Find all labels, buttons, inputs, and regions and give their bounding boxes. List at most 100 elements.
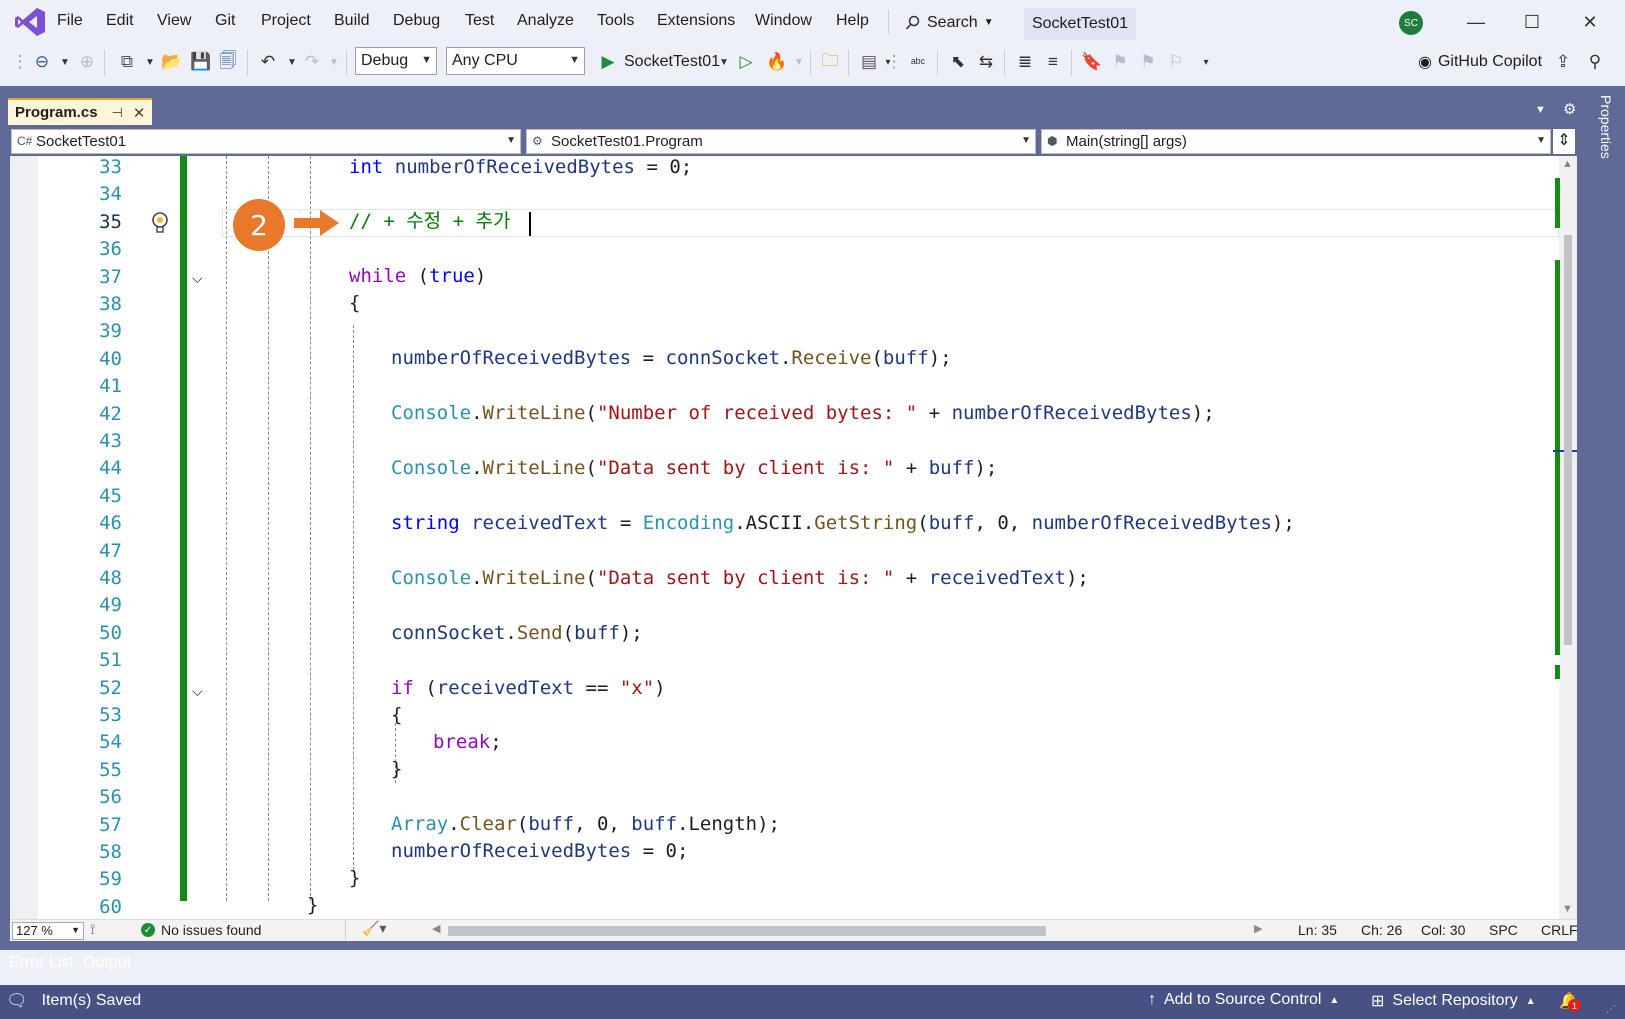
split-window-icon[interactable]: ⇕: [1553, 129, 1575, 154]
outdent-icon[interactable]: ≡: [1041, 50, 1065, 74]
toolbar-grip-icon[interactable]: ⋮: [12, 50, 29, 74]
tab-error-list[interactable]: Error List: [9, 954, 74, 972]
new-project-icon[interactable]: ⧉: [115, 50, 139, 74]
chevron-down-icon: ▼: [983, 17, 994, 28]
indent-guide: [353, 325, 354, 870]
tab-list-dropdown-icon[interactable]: ▼: [1535, 104, 1546, 116]
member-navigation-select[interactable]: ⬢ Main(string[] args) ▼: [1041, 129, 1551, 154]
tab-output[interactable]: Output: [83, 954, 131, 972]
line-number: 39: [99, 320, 122, 343]
line-number: 55: [99, 758, 122, 781]
previous-bookmark-icon: ⚑: [1112, 52, 1128, 71]
scroll-left-icon[interactable]: ◀: [432, 922, 440, 935]
chevron-down-icon[interactable]: ▼: [138, 50, 162, 74]
zoom-select[interactable]: 127 % ▼: [12, 922, 84, 940]
undo-icon[interactable]: ↶: [256, 50, 280, 74]
add-to-source-control-button[interactable]: ↑ Add to Source Control ▲: [1148, 991, 1339, 1009]
run-target-button[interactable]: SocketTest01: [624, 53, 720, 71]
menu-view[interactable]: View: [157, 12, 191, 30]
menu-project[interactable]: Project: [261, 12, 311, 30]
menu-edit[interactable]: Edit: [106, 12, 134, 30]
maximize-icon[interactable]: ☐: [1517, 8, 1547, 36]
hot-reload-icon: 🔥: [766, 52, 788, 71]
code-line-57: Array.Clear(buff, 0, buff.Length);: [391, 813, 780, 835]
line-number: 53: [99, 704, 122, 726]
save-all-icon[interactable]: 🗐: [216, 50, 240, 74]
toolbar-overflow-icon[interactable]: ▾: [1194, 50, 1218, 74]
collapse-region-icon[interactable]: ⌵: [192, 683, 203, 700]
save-icon[interactable]: 💾: [189, 50, 213, 74]
scroll-up-icon[interactable]: ▲: [1562, 158, 1573, 170]
open-file-icon[interactable]: 📂: [160, 50, 184, 74]
code-editor[interactable]: [10, 156, 1561, 919]
close-tab-icon[interactable]: ✕: [133, 104, 146, 122]
horizontal-scroll-thumb[interactable]: [448, 926, 1046, 936]
gear-icon[interactable]: ⚙: [1563, 100, 1576, 118]
line-indicator[interactable]: Ln: 35: [1298, 922, 1337, 938]
menu-extensions[interactable]: Extensions: [657, 12, 735, 30]
tab-program-cs[interactable]: Program.cs ⊣ ✕: [8, 98, 152, 125]
menu-tools[interactable]: Tools: [597, 12, 634, 30]
menu-debug[interactable]: Debug: [393, 12, 440, 30]
menu-build[interactable]: Build: [334, 12, 370, 30]
folder-search-icon[interactable]: 🗀: [818, 50, 842, 74]
type-navigation-select[interactable]: ⚙ SocketTest01.Program ▼: [526, 129, 1036, 154]
menu-analyze[interactable]: Analyze: [517, 12, 574, 30]
lightbulb-icon[interactable]: [150, 211, 170, 235]
avatar[interactable]: SC: [1399, 11, 1423, 35]
bookmark-icon[interactable]: 🔖: [1080, 50, 1104, 74]
check-icon: ✓: [141, 923, 155, 937]
menu-help[interactable]: Help: [836, 12, 869, 30]
search-button[interactable]: Search ▼: [905, 9, 994, 36]
line-ending-indicator[interactable]: CRLF: [1541, 922, 1578, 938]
navigate-back-icon[interactable]: ⊖: [30, 50, 54, 74]
toolbar-grip-icon[interactable]: ⋮: [886, 50, 903, 74]
indent-icon[interactable]: ≣: [1013, 50, 1037, 74]
code-line-44: Console.WriteLine("Data sent by client i…: [391, 457, 998, 479]
vertical-scroll-thumb[interactable]: [1564, 235, 1572, 645]
compare-icon[interactable]: ⇆: [974, 50, 998, 74]
select-repository-button[interactable]: ⊞ Select Repository ▲: [1371, 991, 1536, 1011]
chevron-down-icon[interactable]: ▼: [53, 50, 77, 74]
issues-indicator[interactable]: ✓ No issues found: [141, 922, 261, 938]
menu-git[interactable]: Git: [215, 12, 235, 30]
menu-window[interactable]: Window: [755, 12, 812, 30]
collapse-region-icon[interactable]: ⌵: [192, 270, 203, 287]
char-indicator[interactable]: Ch: 26: [1361, 922, 1402, 938]
line-number: 46: [99, 512, 122, 535]
menu-file[interactable]: File: [57, 12, 83, 30]
menu-test[interactable]: Test: [465, 12, 494, 30]
line-number: 59: [99, 868, 122, 891]
feedback-icon[interactable]: ⚲: [1583, 50, 1607, 74]
intellicode-icon[interactable]: ⟟: [90, 921, 95, 938]
close-window-icon[interactable]: ✕: [1575, 8, 1605, 36]
toolbar-separator: [1071, 50, 1072, 76]
notifications-button[interactable]: 🔔 1: [1559, 991, 1581, 1012]
issues-label: No issues found: [161, 922, 262, 938]
code-line-42: Console.WriteLine("Number of received by…: [391, 402, 1215, 424]
scroll-down-icon[interactable]: ▼: [1562, 903, 1573, 915]
code-cleanup-icon[interactable]: 🧹▾: [362, 920, 386, 937]
line-number: 48: [99, 567, 122, 589]
start-without-debugging-icon[interactable]: ▷: [734, 50, 758, 74]
properties-side-tab[interactable]: Properties: [1592, 95, 1614, 175]
code-line-46: string receivedText = Encoding.ASCII.Get…: [391, 512, 1295, 534]
code-line-59: }: [349, 867, 361, 889]
chevron-down-icon[interactable]: ▼: [712, 50, 736, 74]
platform-select[interactable]: Any CPU ▼: [446, 47, 585, 75]
pointer-select-icon[interactable]: ⬉: [946, 50, 970, 74]
project-navigation-select[interactable]: C# SocketTest01 ▼: [11, 129, 521, 154]
scroll-right-icon[interactable]: ▶: [1254, 922, 1262, 935]
start-debugging-icon[interactable]: ▶: [596, 50, 620, 74]
minimize-icon[interactable]: —: [1461, 8, 1491, 36]
csharp-project-icon: C#: [17, 134, 33, 148]
spacing-indicator[interactable]: SPC: [1489, 922, 1518, 938]
column-indicator[interactable]: Col: 30: [1421, 922, 1465, 938]
spell-check-icon[interactable]: ᵃᵇᶜ: [906, 50, 930, 74]
pin-icon[interactable]: ⊣: [112, 105, 123, 121]
visual-studio-logo-icon[interactable]: [14, 7, 46, 37]
github-copilot-button[interactable]: ◉ GitHub Copilot: [1418, 52, 1542, 72]
configuration-select[interactable]: Debug ▼: [355, 47, 437, 75]
code-line-53: {: [391, 704, 403, 726]
share-icon[interactable]: ⇪: [1551, 50, 1575, 74]
